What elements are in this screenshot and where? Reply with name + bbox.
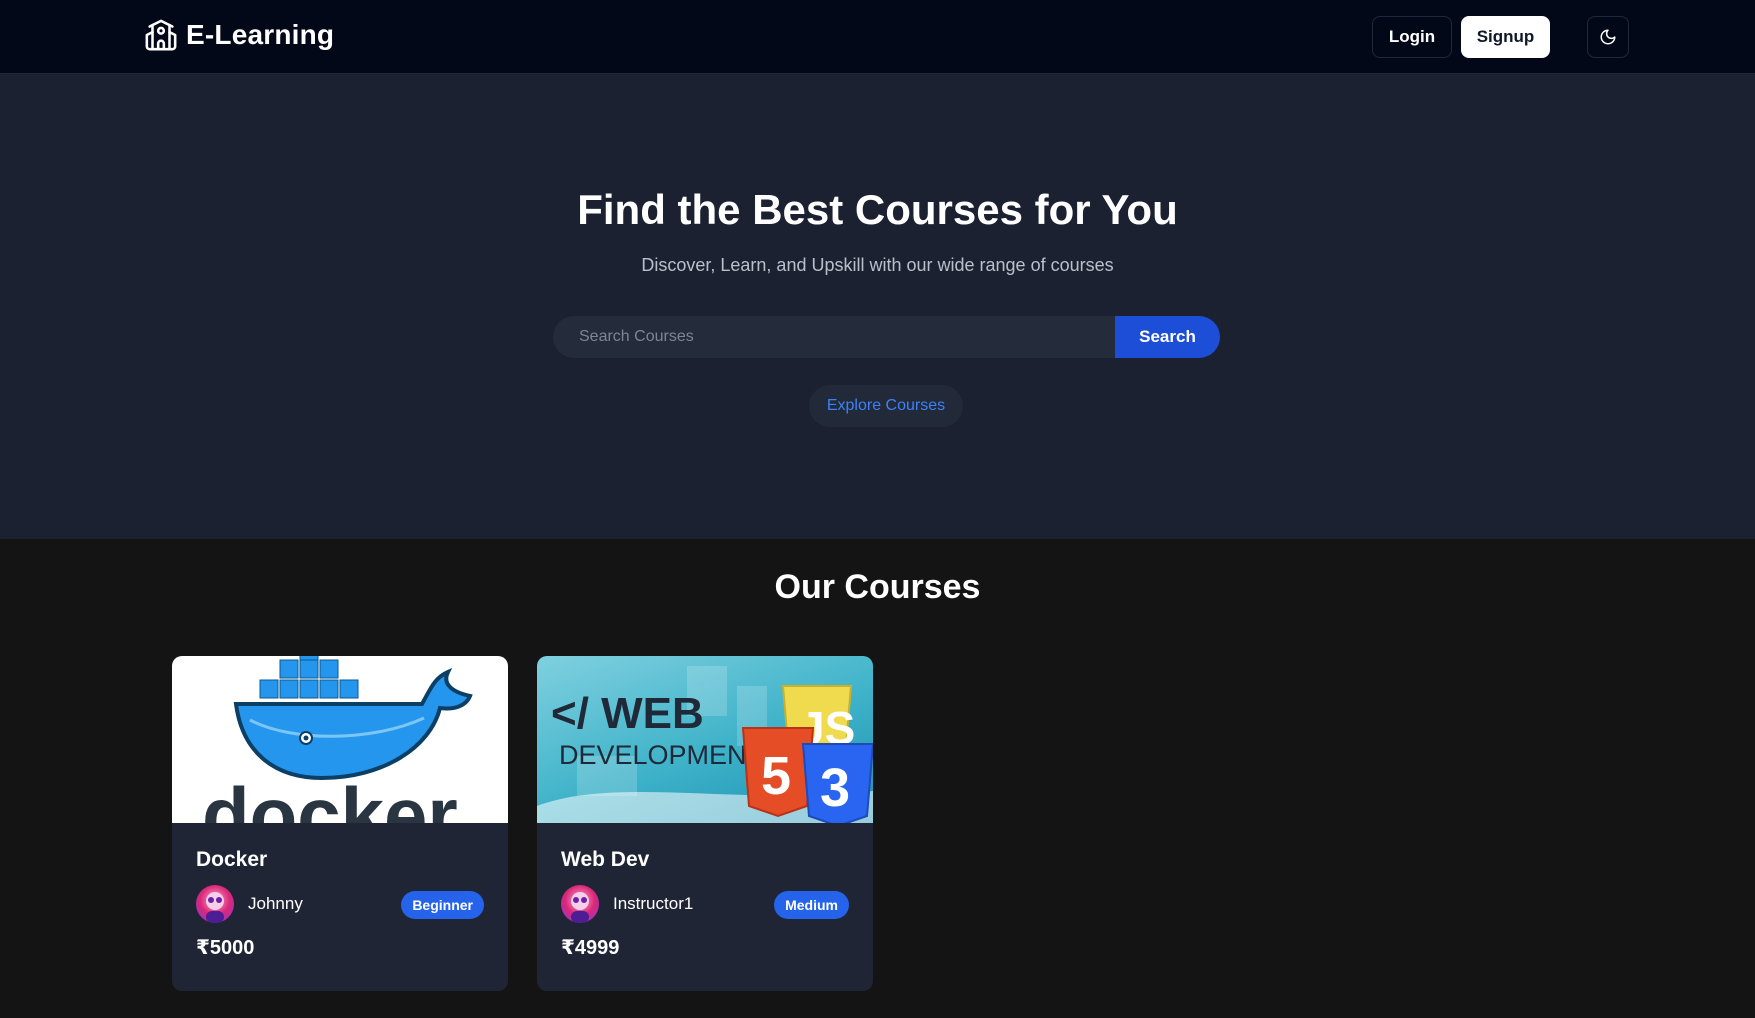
course-card-body: Web Dev Instructor1 Medium ₹4999 xyxy=(537,823,873,991)
brand-title: E-Learning xyxy=(186,19,335,50)
signup-button[interactable]: Signup xyxy=(1461,16,1550,58)
web-thumb-title: </ WEB xyxy=(551,689,704,738)
search-input[interactable] xyxy=(553,316,1115,358)
course-price: ₹5000 xyxy=(196,937,255,959)
instructor: Johnny xyxy=(196,885,303,923)
courses-section-title: Our Courses xyxy=(774,568,981,606)
course-title: Docker xyxy=(196,848,268,871)
brand[interactable]: E-Learning xyxy=(144,18,334,52)
avatar xyxy=(561,885,599,923)
level-badge: Beginner xyxy=(401,891,484,919)
course-card-body: Docker Johnny Beginner ₹5000 xyxy=(172,823,508,991)
instructor-name: Johnny xyxy=(248,894,303,913)
search-button[interactable]: Search xyxy=(1115,316,1220,358)
avatar xyxy=(196,885,234,923)
hero-section: Find the Best Courses for You Discover, … xyxy=(0,74,1755,539)
instructor-name: Instructor1 xyxy=(613,894,694,913)
search-bar: Search xyxy=(553,316,1220,358)
course-title: Web Dev xyxy=(561,848,650,871)
school-icon xyxy=(144,18,178,52)
course-thumbnail-docker: docker xyxy=(172,656,508,823)
instructor: Instructor1 xyxy=(561,885,693,923)
hero-title: Find the Best Courses for You xyxy=(577,186,1178,233)
level-badge: Medium xyxy=(774,891,849,919)
theme-toggle-button[interactable] xyxy=(1587,16,1629,58)
course-card-web-dev[interactable]: </ WEB DEVELOPMENT> JS 5 3 Web Dev Instr… xyxy=(537,656,873,991)
course-thumbnail-web-dev: </ WEB DEVELOPMENT> JS 5 3 xyxy=(537,656,873,823)
moon-icon xyxy=(1599,28,1617,46)
course-card-docker[interactable]: docker Docker Johnny Beginner ₹5000 xyxy=(172,656,508,991)
login-button[interactable]: Login xyxy=(1372,16,1452,58)
svg-text:3: 3 xyxy=(820,758,850,818)
course-price: ₹4999 xyxy=(561,937,620,959)
docker-wordmark: docker xyxy=(202,771,458,823)
explore-courses-button[interactable]: Explore Courses xyxy=(809,385,963,427)
top-navbar: E-Learning Login Signup xyxy=(0,0,1755,74)
hero-subtitle: Discover, Learn, and Upskill with our wi… xyxy=(641,255,1114,275)
svg-text:5: 5 xyxy=(761,746,791,806)
